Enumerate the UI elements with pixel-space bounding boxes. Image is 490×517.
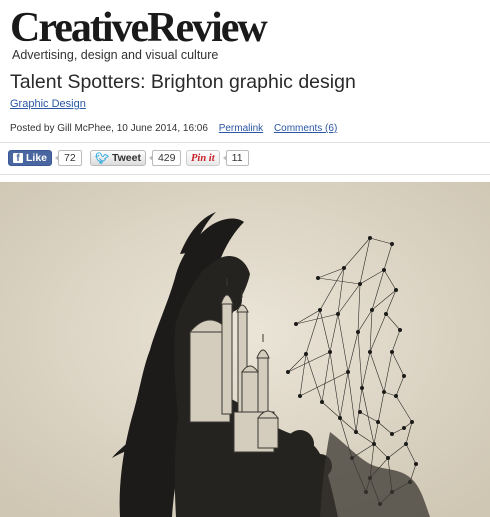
hero-image	[0, 182, 490, 517]
article-title: Talent Spotters: Brighton graphic design	[10, 71, 356, 93]
category-link[interactable]: Graphic Design	[10, 98, 86, 110]
site-tagline: Advertising, design and visual culture	[12, 48, 219, 62]
facebook-icon: f	[13, 153, 23, 164]
pin-count: 11	[222, 150, 249, 166]
comments-link[interactable]: Comments (6)	[274, 123, 337, 134]
post-meta: Posted by Gill McPhee, 10 June 2014, 16:…	[10, 123, 337, 134]
twitter-share: 🐦︎ Tweet 429	[90, 148, 182, 168]
tweet-count: 429	[149, 150, 182, 166]
facebook-like-button[interactable]: f Like	[8, 150, 53, 166]
twitter-bird-icon: 🐦︎	[95, 152, 109, 165]
facebook-like-count: 72	[55, 150, 82, 166]
tweet-label: Tweet	[111, 152, 141, 164]
site-logo[interactable]: CreativeReview	[10, 6, 268, 50]
tweet-button[interactable]: 🐦︎ Tweet	[90, 150, 146, 166]
facebook-share: f Like 72	[8, 148, 82, 168]
posted-by: Posted by Gill McPhee, 10 June 2014, 16:…	[10, 123, 208, 134]
permalink-link[interactable]: Permalink	[219, 123, 263, 134]
pinterest-share: Pin it 11	[186, 148, 249, 168]
pin-it-label: Pin it	[191, 152, 215, 164]
divider	[0, 174, 490, 175]
pin-it-button[interactable]: Pin it	[186, 150, 220, 166]
divider	[0, 142, 490, 143]
facebook-like-label: Like	[26, 152, 48, 164]
